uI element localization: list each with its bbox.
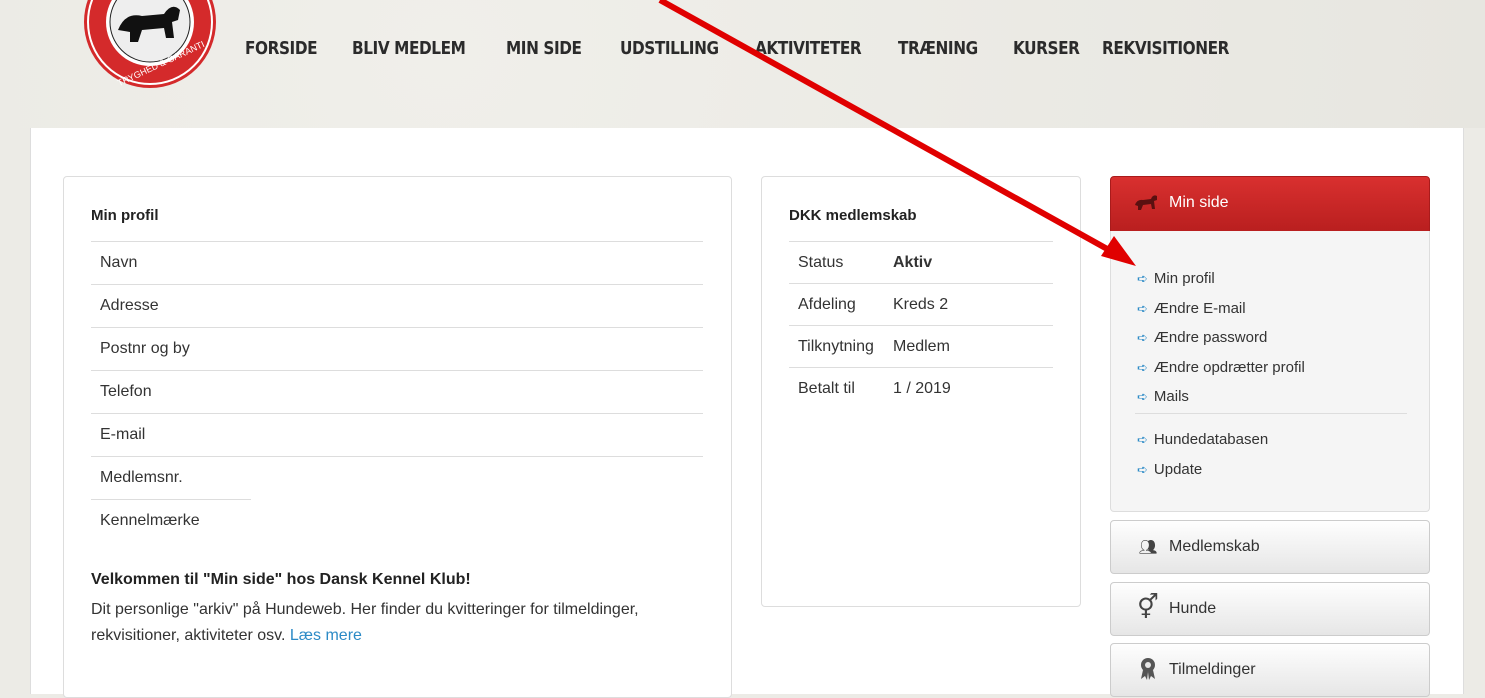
profile-row: Telefon: [91, 370, 703, 413]
profile-row-label: Postnr og by: [100, 340, 190, 357]
menu-item-label: Min profil: [1153, 270, 1215, 287]
membership-table: Status Aktiv Afdeling Kreds 2 Tilknytning M…: [789, 241, 1053, 409]
membership-value: Aktiv: [893, 241, 1053, 284]
nav-traening[interactable]: TRÆNING: [898, 38, 978, 59]
welcome-text: Dit personlige "arkiv" på Hundeweb. Her …: [91, 597, 711, 649]
profile-row: Adresse: [91, 284, 703, 327]
tilmeldinger-button[interactable]: Tilmeldinger: [1110, 643, 1430, 697]
profile-row: Kennelmærke: [91, 499, 251, 542]
medlemskab-button[interactable]: 👥︎ Medlemskab: [1110, 520, 1430, 574]
read-more-link[interactable]: Læs mere: [290, 627, 362, 644]
profile-row-value: [646, 284, 703, 327]
site-header: TRYGHED & GARANTI FORSIDE BLIV MEDLEM MI…: [0, 0, 1485, 128]
table-row: Status Aktiv: [789, 241, 1053, 284]
award-icon: [1141, 658, 1155, 680]
profile-row: Postnr og by: [91, 327, 703, 370]
profile-row-label: Adresse: [100, 297, 159, 314]
profile-row-label: E-mail: [100, 426, 146, 443]
membership-value: Medlem: [893, 325, 1053, 368]
nav-forside[interactable]: FORSIDE: [245, 38, 318, 59]
nav-rekvisitioner[interactable]: REKVISITIONER: [1102, 38, 1229, 59]
min-side-header-label: Min side: [1169, 194, 1229, 211]
profile-panel: Min profil Navn Adresse Postnr og by Tel…: [63, 176, 732, 698]
welcome-title: Velkommen til "Min side" hos Dansk Kenne…: [91, 571, 471, 588]
table-row: Afdeling Kreds 2: [789, 283, 1053, 326]
menu-item-min-profil[interactable]: ➪ Min profil: [1137, 264, 1305, 294]
profile-row-value: [646, 241, 703, 284]
menu-item-label: Update: [1153, 460, 1203, 478]
medlemskab-label: Medlemskab: [1169, 538, 1260, 555]
menu-item-label: Ændre opdrætter profil: [1153, 358, 1305, 376]
profile-title: Min profil: [91, 207, 159, 224]
membership-label: Status: [789, 241, 893, 284]
membership-panel: DKK medlemskab Status Aktiv Afdeling Kreds…: [761, 176, 1081, 607]
min-side-links-2: ➪ Hundedatabasen ➪ Update: [1137, 425, 1268, 484]
min-side-header[interactable]: Min side: [1110, 176, 1430, 232]
welcome-text-body: Dit personlige "arkiv" på Hundeweb. Her …: [91, 601, 639, 644]
menu-item-aendre-opdraetter-profil[interactable]: ➪ Ændre opdrætter profil: [1137, 353, 1305, 383]
main-content: Min profil Navn Adresse Postnr og by Tel…: [30, 128, 1464, 698]
profile-row: Navn: [91, 241, 703, 284]
profile-row-value: [646, 327, 703, 370]
nav-aktiviteter[interactable]: AKTIVITETER: [755, 38, 862, 59]
menu-divider: [1135, 413, 1407, 414]
membership-label: Betalt til: [789, 367, 893, 409]
profile-row: Medlemsnr.: [91, 456, 703, 499]
membership-title: DKK medlemskab: [789, 207, 917, 224]
min-side-menu: ➪ Min profil ➪ Ændre E-mail ➪ Ændre passwor…: [1110, 231, 1430, 512]
table-row: Tilknytning Medlem: [789, 325, 1053, 368]
membership-value: 1 / 2019: [893, 367, 1053, 409]
profile-row: E-mail: [91, 413, 703, 456]
menu-item-mails[interactable]: ➪ Mails: [1137, 382, 1305, 412]
menu-item-hundedatabasen[interactable]: ➪ Hundedatabasen: [1137, 425, 1268, 455]
dkk-logo[interactable]: TRYGHED & GARANTI: [80, 0, 220, 100]
membership-label: Tilknytning: [789, 325, 893, 368]
menu-item-label: Ændre E-mail: [1153, 299, 1246, 317]
arrow-right-icon: ➪: [1137, 389, 1148, 404]
arrow-right-icon: ➪: [1137, 432, 1148, 447]
hunde-label: Hunde: [1169, 600, 1217, 617]
profile-row-label: Navn: [100, 254, 138, 271]
tilmeldinger-label: Tilmeldinger: [1169, 661, 1256, 678]
arrow-right-icon: ➪: [1137, 359, 1148, 375]
members-icon: 👥︎: [1138, 539, 1158, 556]
menu-item-aendre-password[interactable]: ➪ Ændre password: [1137, 323, 1305, 353]
profile-row-label: Telefon: [100, 383, 152, 400]
profile-row-value: [646, 370, 703, 413]
arrow-right-icon: ➪: [1137, 271, 1148, 286]
gender-icon: ⚥: [1137, 594, 1159, 621]
menu-item-label: Ændre password: [1153, 329, 1268, 346]
arrow-right-icon: ➪: [1137, 300, 1148, 316]
menu-item-label: Hundedatabasen: [1153, 431, 1269, 448]
profile-row-label: Kennelmærke: [100, 512, 200, 529]
profile-row-value: [646, 413, 703, 456]
menu-item-aendre-email[interactable]: ➪ Ændre E-mail: [1137, 294, 1305, 324]
profile-row-value: [646, 456, 703, 499]
nav-udstilling[interactable]: UDSTILLING: [620, 38, 719, 59]
table-row: Betalt til 1 / 2019: [789, 367, 1053, 409]
menu-item-update[interactable]: ➪ Update: [1137, 455, 1268, 485]
nav-kurser[interactable]: KURSER: [1013, 38, 1080, 59]
dog-icon: [1135, 195, 1157, 210]
profile-rows: Navn Adresse Postnr og by Telefon E-mail…: [91, 241, 703, 542]
arrow-right-icon: ➪: [1137, 461, 1148, 477]
membership-label: Afdeling: [789, 283, 893, 326]
menu-item-label: Mails: [1153, 388, 1189, 405]
membership-value: Kreds 2: [893, 283, 1053, 326]
nav-bliv-medlem[interactable]: BLIV MEDLEM: [352, 38, 466, 59]
min-side-links: ➪ Min profil ➪ Ændre E-mail ➪ Ændre passwor…: [1137, 264, 1305, 412]
nav-min-side[interactable]: MIN SIDE: [506, 38, 582, 59]
arrow-right-icon: ➪: [1137, 330, 1148, 345]
profile-row-label: Medlemsnr.: [100, 469, 183, 486]
hunde-button[interactable]: ⚥ Hunde: [1110, 582, 1430, 636]
